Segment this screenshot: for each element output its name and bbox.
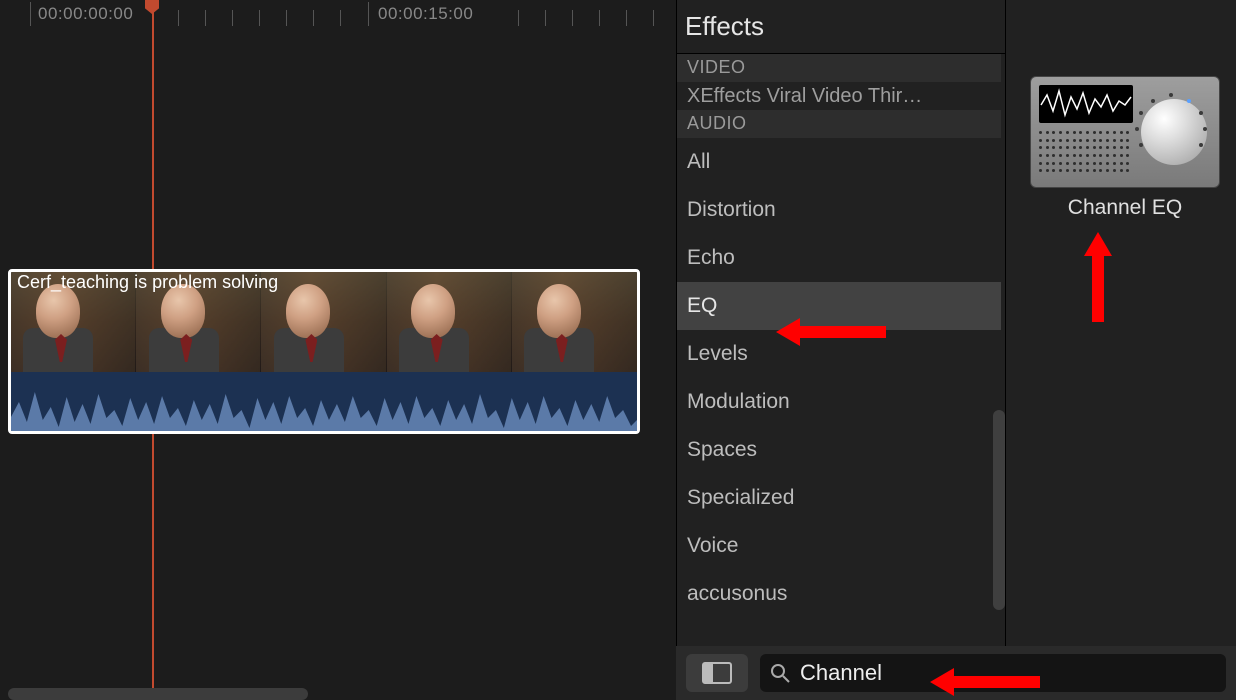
effects-category-all[interactable]: All [677,138,1001,186]
effect-tile-label: Channel EQ [1030,196,1220,220]
effects-section-header-video: VIDEO [677,54,1001,82]
effects-results-panel: Channel EQ [1005,0,1236,700]
timeline-ruler[interactable]: 00:00:00:00 00:00:15:00 [0,0,676,30]
effects-category-specialized[interactable]: Specialized [677,474,1001,522]
layout-toggle-button[interactable] [686,654,748,692]
effects-category-echo[interactable]: Echo [677,234,1001,282]
effects-search-input[interactable] [800,660,1216,686]
app-root: 00:00:00:00 00:00:15:00 Cerf_teaching is… [0,0,1236,700]
search-icon [770,663,790,683]
effects-category-spaces[interactable]: Spaces [677,426,1001,474]
speaker-grille-icon [1039,131,1133,177]
effects-category-modulation[interactable]: Modulation [677,378,1001,426]
clip-audio-waveform [11,372,637,432]
effects-section-header-audio: AUDIO [677,110,1001,138]
effect-tile-channel-eq[interactable]: Channel EQ [1030,76,1220,220]
layout-toggle-icon [702,662,732,684]
effects-category-voice[interactable]: Voice [677,522,1001,570]
effects-search-field[interactable] [760,654,1226,692]
effects-category-eq[interactable]: EQ [677,282,1001,330]
knob-icon [1141,99,1207,165]
timeline-horizontal-scrollbar[interactable] [8,688,308,700]
timeline-pane[interactable]: 00:00:00:00 00:00:15:00 Cerf_teaching is… [0,0,676,700]
effects-bottom-bar [676,646,1236,700]
timeline-clip[interactable]: Cerf_teaching is problem solving [8,269,640,434]
eq-waveform-icon [1039,85,1133,123]
effects-panel-title: Effects [677,0,1005,54]
effects-category-scrollbar[interactable] [993,410,1005,610]
ruler-timecode: 00:00:00:00 [38,4,133,24]
effects-category-accusonus[interactable]: accusonus [677,570,1001,618]
effect-thumbnail [1030,76,1220,188]
ruler-timecode: 00:00:15:00 [378,4,473,24]
clip-title-label: Cerf_teaching is problem solving [17,272,278,293]
effects-category-distortion[interactable]: Distortion [677,186,1001,234]
effects-category-levels[interactable]: Levels [677,330,1001,378]
effects-category-item[interactable]: XEffects Viral Video Thir… [677,82,1001,110]
effects-category-panel: Effects VIDEO XEffects Viral Video Thir…… [676,0,1005,700]
